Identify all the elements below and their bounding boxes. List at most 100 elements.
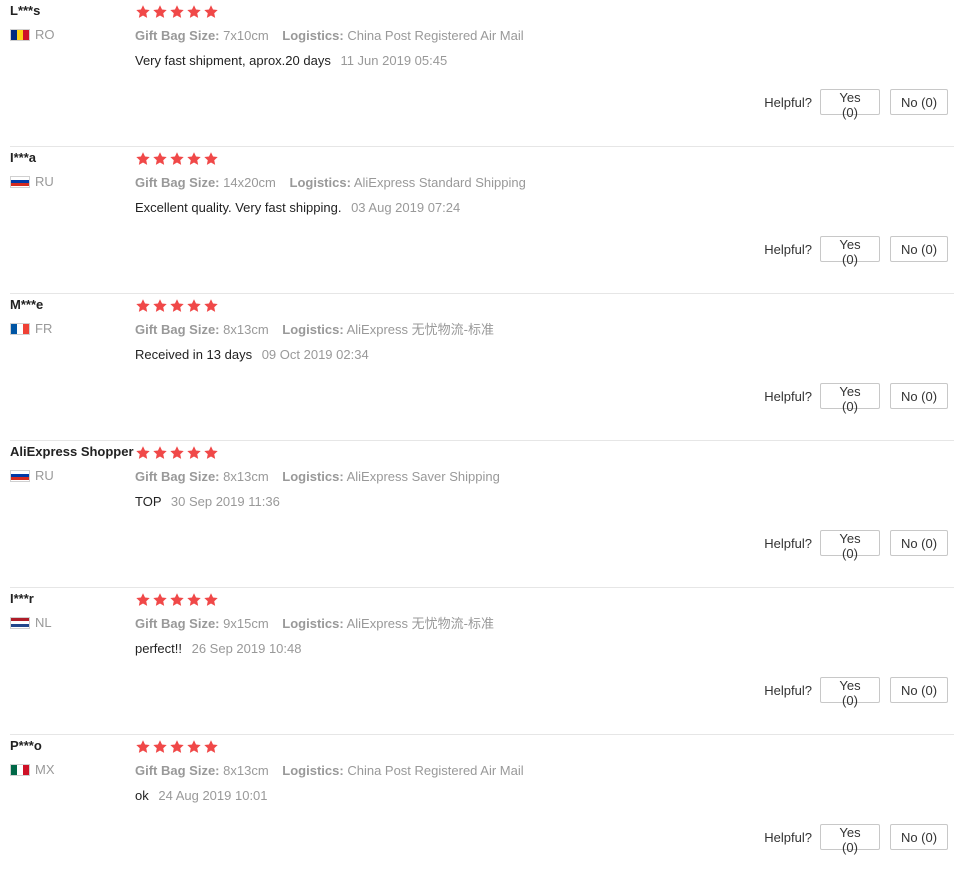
logistics-label: Logistics: [289,175,351,190]
logistics-value: AliExpress Standard Shipping [353,175,526,190]
gift-bag-size-value: 7x10cm [223,28,269,43]
helpful-yes-button[interactable]: Yes (0) [820,530,880,561]
logistics-label: Logistics: [282,763,344,778]
star-icon [135,739,151,755]
helpful-no-button[interactable]: No (0) [890,677,948,703]
gift-bag-size-value: 9x15cm [223,616,269,631]
star-icon [203,739,219,755]
reviewer-info: P***o MX [10,737,135,777]
gift-bag-size-value: 8x13cm [223,469,269,484]
reviewer-country: RU [10,468,135,483]
star-rating [135,592,954,608]
review-text: TOP [135,494,162,509]
reviewer-country: RO [10,27,135,42]
review-content: Gift Bag Size: 7x10cm Logistics: China P… [135,4,954,70]
reviewer-name: M***e [10,297,44,312]
helpful-yes-button[interactable]: Yes (0) [820,236,880,267]
country-flag-icon [10,175,30,188]
review-feedback: perfect!! 26 Sep 2019 10:48 [135,640,954,658]
helpful-yes-button[interactable]: Yes (0) [820,677,880,708]
helpful-vote: Helpful? Yes (0) No (0) [764,89,948,120]
country-code: MX [35,762,55,777]
review-text: ok [135,788,149,803]
logistics-value: China Post Registered Air Mail [347,28,524,43]
review-date: 11 Jun 2019 05:45 [340,53,448,68]
helpful-no-button[interactable]: No (0) [890,824,948,850]
star-icon [135,4,151,20]
helpful-vote: Helpful? Yes (0) No (0) [764,677,948,708]
review-attributes: Gift Bag Size: 7x10cm Logistics: China P… [135,27,954,45]
review-text: perfect!! [135,641,182,656]
reviewer-country: NL [10,615,135,630]
reviewer-name: P***o [10,738,42,753]
reviewer-country: FR [10,321,135,336]
star-icon [169,4,185,20]
review-item: M***e FR Gift Bag Size: 8x13cm Logistics… [10,294,954,441]
country-flag-icon [10,322,30,335]
review-feedback: Very fast shipment, aprox.20 days 11 Jun… [135,52,954,70]
reviewer-info: M***e FR [10,296,135,336]
star-icon [169,445,185,461]
review-content: Gift Bag Size: 14x20cm Logistics: AliExp… [135,151,954,217]
helpful-yes-button[interactable]: Yes (0) [820,383,880,414]
review-feedback: ok 24 Aug 2019 10:01 [135,787,954,805]
gift-bag-size-value: 8x13cm [223,322,269,337]
country-code: RO [35,27,55,42]
helpful-label: Helpful? [764,682,812,698]
helpful-no-button[interactable]: No (0) [890,236,948,262]
country-flag-icon [10,616,30,629]
country-code: NL [35,615,52,630]
review-item: P***o MX Gift Bag Size: 8x13cm Logistics… [10,735,954,882]
star-icon [203,592,219,608]
country-code: RU [35,174,54,189]
star-icon [135,445,151,461]
helpful-vote: Helpful? Yes (0) No (0) [764,824,948,855]
star-rating [135,739,954,755]
review-content: Gift Bag Size: 8x13cm Logistics: AliExpr… [135,298,954,364]
reviewer-country: MX [10,762,135,777]
country-code: FR [35,321,53,336]
star-icon [135,592,151,608]
review-date: 26 Sep 2019 10:48 [191,641,302,656]
review-item: I***r NL Gift Bag Size: 9x15cm Logistics… [10,588,954,735]
helpful-label: Helpful? [764,829,812,845]
reviewer-info: AliExpress Shopper RU [10,443,135,483]
helpful-label: Helpful? [764,388,812,404]
star-icon [152,4,168,20]
logistics-label: Logistics: [282,322,344,337]
helpful-no-button[interactable]: No (0) [890,383,948,409]
country-code: RU [35,468,54,483]
reviewer-info: L***s RO [10,2,135,42]
logistics-value: AliExpress Saver Shipping [346,469,500,484]
helpful-yes-button[interactable]: Yes (0) [820,824,880,855]
star-icon [152,298,168,314]
reviewer-name: I***r [10,591,34,606]
helpful-vote: Helpful? Yes (0) No (0) [764,236,948,267]
star-icon [186,298,202,314]
review-text: Excellent quality. Very fast shipping. [135,200,342,215]
review-content: Gift Bag Size: 9x15cm Logistics: AliExpr… [135,592,954,658]
helpful-no-button[interactable]: No (0) [890,530,948,556]
reviewer-name: AliExpress Shopper [10,444,134,459]
star-icon [135,298,151,314]
review-item: I***a RU Gift Bag Size: 14x20cm Logistic… [10,147,954,294]
star-rating [135,445,954,461]
helpful-no-button[interactable]: No (0) [890,89,948,115]
star-icon [152,739,168,755]
review-item: L***s RO Gift Bag Size: 7x10cm Logistics… [10,0,954,147]
review-feedback: TOP 30 Sep 2019 11:36 [135,493,954,511]
review-content: Gift Bag Size: 8x13cm Logistics: AliExpr… [135,445,954,511]
logistics-value: AliExpress 无忧物流-标准 [346,616,494,631]
review-content: Gift Bag Size: 8x13cm Logistics: China P… [135,739,954,805]
review-text: Received in 13 days [135,347,253,362]
logistics-value: AliExpress 无忧物流-标准 [346,322,494,337]
helpful-label: Helpful? [764,94,812,110]
logistics-label: Logistics: [282,28,344,43]
star-rating [135,298,954,314]
gift-bag-size-label: Gift Bag Size: [135,616,220,631]
review-list: L***s RO Gift Bag Size: 7x10cm Logistics… [0,0,962,882]
helpful-yes-button[interactable]: Yes (0) [820,89,880,120]
logistics-value: China Post Registered Air Mail [347,763,524,778]
star-icon [203,4,219,20]
review-feedback: Received in 13 days 09 Oct 2019 02:34 [135,346,954,364]
